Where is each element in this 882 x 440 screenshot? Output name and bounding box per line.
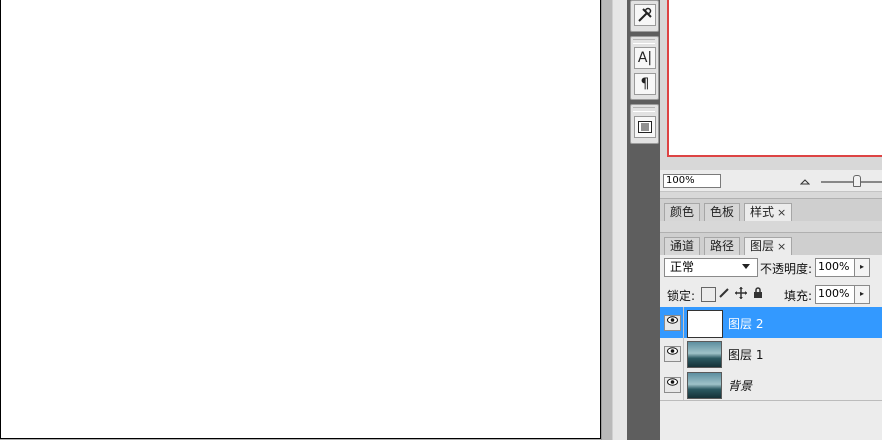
dock-grip[interactable] bbox=[633, 107, 655, 112]
lock-image-pixels-icon[interactable] bbox=[717, 287, 730, 300]
tab-layers[interactable]: 图层 × bbox=[744, 237, 793, 255]
column-divider bbox=[683, 307, 684, 338]
layers-tabbar: 通道 路径 图层 × bbox=[660, 232, 882, 255]
close-icon[interactable]: × bbox=[777, 240, 786, 253]
panel-dock: A| ¶ bbox=[627, 0, 660, 440]
column-divider bbox=[683, 338, 684, 369]
tab-color[interactable]: 颜色 bbox=[664, 203, 701, 221]
styles-tabbar: 颜色 色板 样式 × bbox=[660, 198, 882, 221]
layer-row[interactable]: 图层 2 bbox=[660, 307, 882, 339]
fill-label: 填充: bbox=[784, 289, 813, 303]
document-canvas[interactable] bbox=[0, 0, 601, 439]
tab-label: 图层 bbox=[750, 239, 775, 253]
character-icon[interactable]: A| bbox=[634, 47, 656, 69]
tools-icon[interactable] bbox=[634, 4, 656, 26]
styles-panel-body bbox=[660, 222, 882, 232]
zoom-input[interactable]: 100% bbox=[663, 174, 721, 188]
dock-group-tools bbox=[630, 0, 659, 32]
opacity-label: 不透明度: bbox=[760, 262, 813, 276]
layer-row[interactable]: 图层 1 bbox=[660, 338, 882, 370]
opacity-input[interactable]: 100% bbox=[815, 258, 857, 277]
tab-label: 颜色 bbox=[670, 205, 695, 219]
lock-label: 锁定: bbox=[667, 289, 696, 303]
tab-label: 路径 bbox=[710, 239, 735, 253]
lock-position-icon[interactable] bbox=[734, 287, 747, 300]
dock-grip[interactable] bbox=[633, 39, 655, 44]
tab-label: 色板 bbox=[710, 205, 735, 219]
dock-group-type: A| ¶ bbox=[630, 36, 659, 100]
lock-transparent-pixels-icon[interactable] bbox=[701, 287, 716, 302]
tab-paths[interactable]: 路径 bbox=[704, 237, 741, 255]
zoom-slider-track[interactable] bbox=[821, 181, 882, 183]
lock-all-icon[interactable] bbox=[751, 287, 764, 300]
workspace-gap bbox=[601, 0, 612, 440]
panel-divider bbox=[612, 0, 627, 440]
layer-name[interactable]: 背景 bbox=[728, 377, 752, 394]
layer-thumbnail[interactable] bbox=[687, 341, 722, 368]
tab-styles[interactable]: 样式 × bbox=[744, 203, 793, 221]
zoom-slider-thumb[interactable] bbox=[853, 175, 861, 187]
eye-icon[interactable] bbox=[664, 346, 681, 362]
tab-channels[interactable]: 通道 bbox=[664, 237, 701, 255]
paragraph-icon[interactable]: ¶ bbox=[634, 73, 656, 95]
chevron-down-icon[interactable] bbox=[742, 264, 750, 269]
tab-swatches[interactable]: 色板 bbox=[704, 203, 741, 221]
fill-arrow-button[interactable]: ▸ bbox=[854, 285, 870, 304]
column-divider bbox=[683, 369, 684, 400]
tab-label: 样式 bbox=[750, 205, 775, 219]
layer-name[interactable]: 图层 2 bbox=[728, 315, 763, 332]
zoom-out-icon[interactable] bbox=[799, 178, 811, 188]
navigator-preview[interactable] bbox=[667, 0, 882, 157]
tab-label: 通道 bbox=[670, 239, 695, 253]
layer-row[interactable]: 背景 bbox=[660, 369, 882, 401]
fill-input[interactable]: 100% bbox=[815, 285, 857, 304]
close-icon[interactable]: × bbox=[777, 206, 786, 219]
clone-source-icon[interactable] bbox=[634, 116, 656, 138]
layer-name[interactable]: 图层 1 bbox=[728, 346, 763, 363]
dock-group-clone bbox=[630, 104, 659, 144]
layer-thumbnail[interactable] bbox=[687, 310, 723, 338]
opacity-arrow-button[interactable]: ▸ bbox=[854, 258, 870, 277]
layer-thumbnail[interactable] bbox=[687, 372, 722, 399]
eye-icon[interactable] bbox=[664, 315, 681, 331]
eye-icon[interactable] bbox=[664, 377, 681, 393]
